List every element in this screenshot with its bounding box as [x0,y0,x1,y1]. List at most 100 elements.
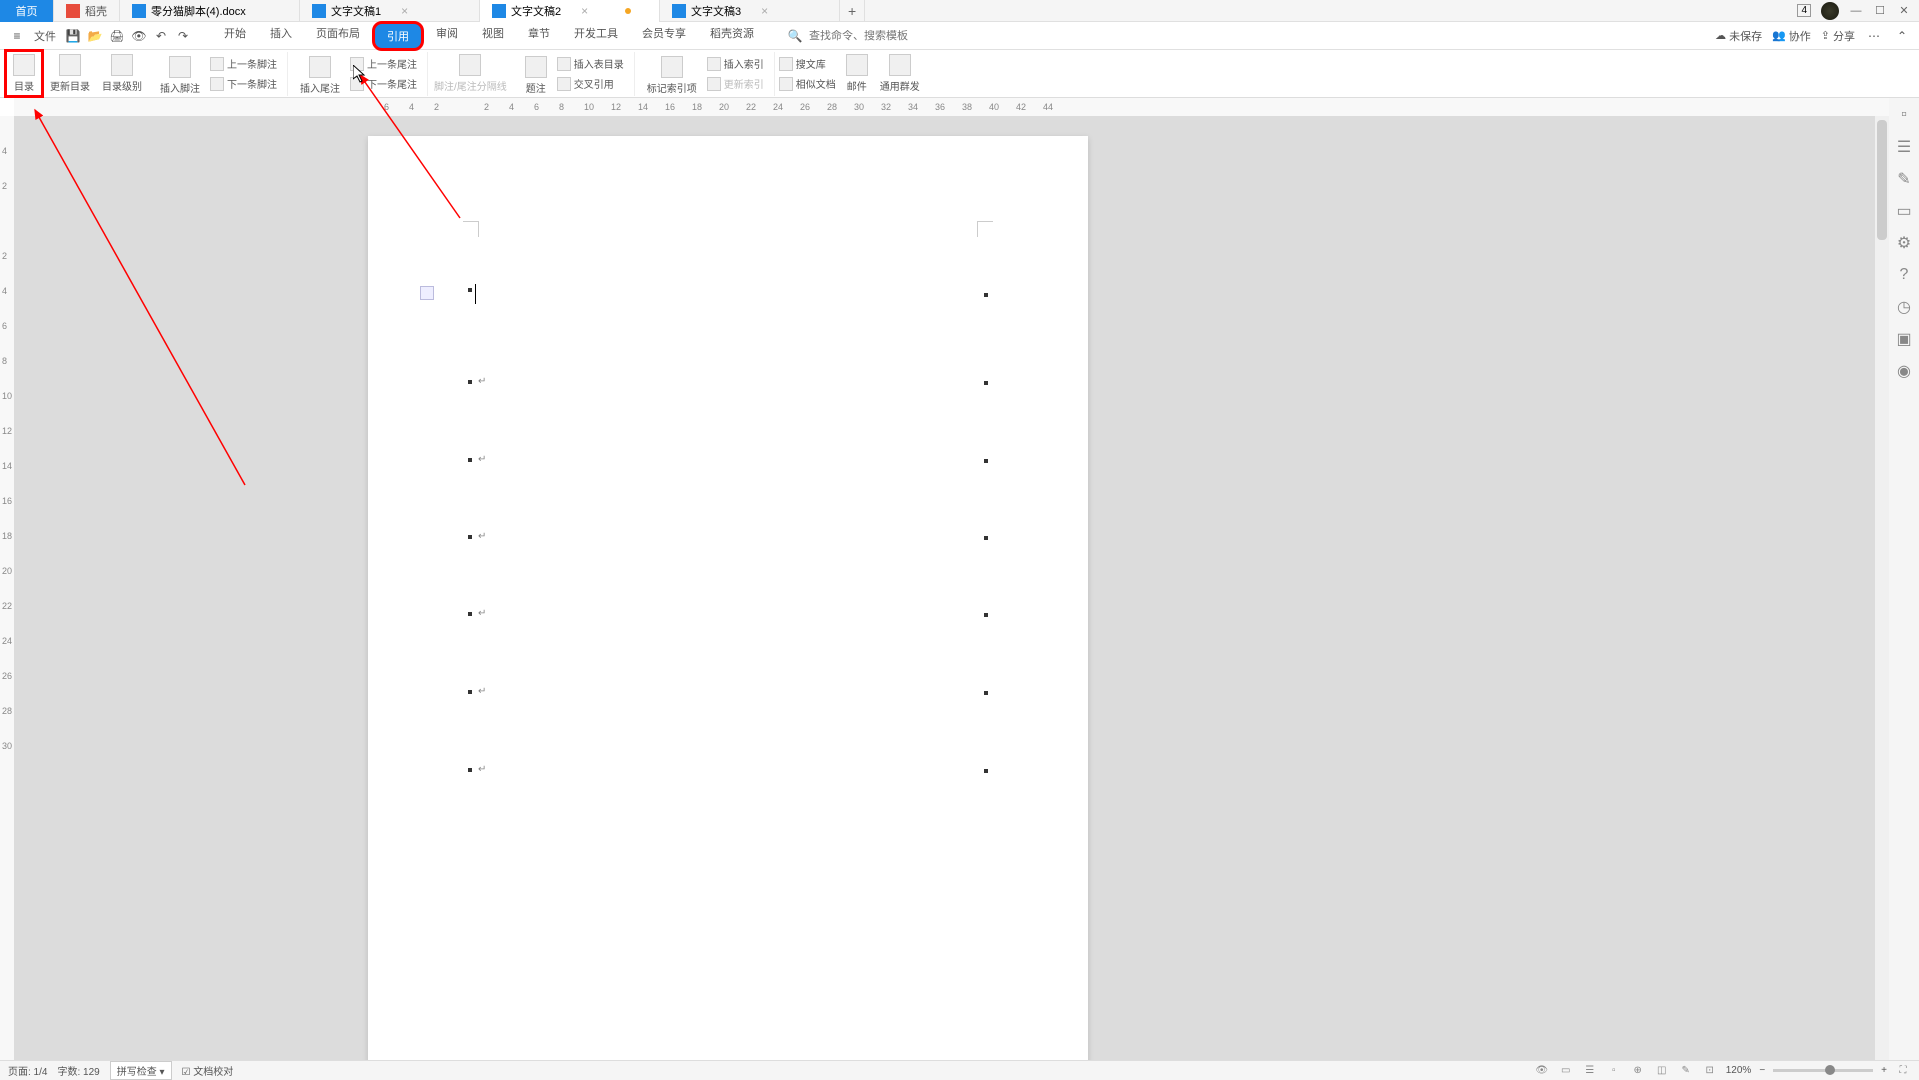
sidebar-help-icon[interactable]: ? [1895,266,1913,284]
page-tag-icon[interactable] [420,286,434,300]
menu-tab-pagelayout[interactable]: 页面布局 [304,21,372,51]
collab-button[interactable]: 👥 协作 [1772,28,1811,44]
maximize-button[interactable]: ☐ [1873,4,1887,18]
tab-dk-label: 稻壳 [85,3,107,19]
search-docs-button[interactable]: 搜文库 [775,55,840,72]
tab-doc3[interactable]: 文字文稿2× [480,0,660,22]
view-outline-icon[interactable]: ☰ [1582,1063,1598,1079]
editor-area[interactable]: ↵ ↵ ↵ ↵ ↵ ↵ [14,116,1889,1060]
notification-badge[interactable]: 4 [1797,4,1811,17]
sidebar-image-icon[interactable]: ▣ [1895,330,1913,348]
preview-icon[interactable]: 👁 [130,27,148,45]
ruler-vertical[interactable]: 4 2 2 4 6 8 10 12 14 16 18 20 22 24 26 2… [0,116,14,1060]
zoom-value[interactable]: 120% [1726,1065,1752,1076]
ruler-horizontal[interactable]: 6 4 2 2 4 6 8 10 12 14 16 18 20 22 24 26… [14,98,1919,116]
zoom-slider[interactable] [1773,1069,1873,1072]
toc-level-button[interactable]: 目录级别 [96,52,148,95]
zoom-out-button[interactable]: − [1759,1065,1765,1076]
minimize-button[interactable]: — [1849,4,1863,18]
collab-label: 协作 [1789,28,1811,44]
zoom-handle[interactable] [1825,1065,1835,1075]
docs-group: 搜文库 相似文档 [775,54,840,94]
insert-footnote-button[interactable]: 插入脚注 [154,54,206,97]
word-count[interactable]: 字数: 129 [57,1063,99,1078]
collapse-ribbon-icon[interactable]: ⌃ [1893,27,1911,45]
insert-index-button[interactable]: 插入索引 [703,55,768,72]
sidebar-select-icon[interactable]: ▭ [1895,202,1913,220]
menu-tab-references[interactable]: 引用 [372,21,424,51]
unsaved-dot-icon [625,8,631,14]
spellcheck-button[interactable]: 拼写检查 ▾ [110,1061,172,1080]
share-button[interactable]: ⇪ 分享 [1821,28,1855,44]
tab-doc1[interactable]: 零分猫脚本(4).docx [120,0,300,22]
unsaved-status[interactable]: ☁ 未保存 [1715,28,1762,44]
scroll-thumb[interactable] [1877,120,1887,240]
toc-button[interactable]: 目录 [4,49,44,98]
mass-send-button[interactable]: 通用群发 [874,52,926,95]
undo-icon[interactable]: ↶ [152,27,170,45]
close-icon[interactable]: × [761,4,768,18]
menu-tab-insert[interactable]: 插入 [258,21,304,51]
close-icon[interactable]: × [581,4,588,18]
close-window-button[interactable]: ✕ [1897,4,1911,18]
menu-tab-review[interactable]: 审阅 [424,21,470,51]
view-layout-icon[interactable]: ◫ [1654,1063,1670,1079]
close-icon[interactable]: × [401,4,408,18]
page-indicator[interactable]: 页面: 1/4 [8,1063,47,1078]
prev-footnote-button[interactable]: 上一条脚注 [206,55,281,72]
sidebar-pen-icon[interactable]: ✎ [1895,170,1913,188]
tab-dk[interactable]: 稻壳 [54,0,120,22]
open-icon[interactable]: 📂 [86,27,104,45]
avatar[interactable] [1821,2,1839,20]
insert-endnote-button[interactable]: 插入尾注 [294,54,346,97]
view-read-icon[interactable]: ▫ [1606,1063,1622,1079]
search-icon[interactable]: 🔍 [786,27,804,45]
fullscreen-icon[interactable]: ⛶ [1895,1063,1911,1079]
cross-ref-button[interactable]: 交叉引用 [553,75,628,92]
view-page-icon[interactable]: ▭ [1558,1063,1574,1079]
redo-icon[interactable]: ↷ [174,27,192,45]
tab-home[interactable]: 首页 [0,0,54,22]
status-left: 页面: 1/4 字数: 129 拼写检查 ▾ ☑ 文档校对 [8,1061,233,1080]
sidebar-location-icon[interactable]: ◉ [1895,362,1913,380]
menu-tab-section[interactable]: 章节 [516,21,562,51]
fit-icon[interactable]: ⊡ [1702,1063,1718,1079]
next-footnote-button[interactable]: 下一条脚注 [206,75,281,92]
more-icon[interactable]: ⋯ [1865,27,1883,45]
eye-icon[interactable]: 👁 [1534,1063,1550,1079]
next-endnote-button[interactable]: 下一条尾注 [346,75,421,92]
update-toc-button[interactable]: 更新目录 [44,52,96,95]
proofread-button[interactable]: ☑ 文档校对 [182,1063,234,1078]
sidebar-styles-icon[interactable]: ☰ [1895,138,1913,156]
menu-tab-devtools[interactable]: 开发工具 [562,21,630,51]
similar-docs-button[interactable]: 相似文档 [775,75,840,92]
new-tab-button[interactable]: + [840,0,865,22]
menu-tab-member[interactable]: 会员专享 [630,21,698,51]
sidebar-clock-icon[interactable]: ◷ [1895,298,1913,316]
fn-en-separator-button[interactable]: 脚注/尾注分隔线 [428,52,513,95]
view-web-icon[interactable]: ⊕ [1630,1063,1646,1079]
file-menu[interactable]: 文件 [30,28,60,44]
scrollbar-vertical[interactable] [1875,116,1889,1060]
insert-fig-toc-button[interactable]: 插入表目录 [553,55,628,72]
document-page[interactable]: ↵ ↵ ↵ ↵ ↵ ↵ [368,136,1088,1060]
tab-doc4[interactable]: 文字文稿3× [660,0,840,22]
search-input[interactable] [809,30,929,42]
menu-tab-start[interactable]: 开始 [212,21,258,51]
mark-entry-button[interactable]: 标记索引项 [641,54,703,97]
view-edit-icon[interactable]: ✎ [1678,1063,1694,1079]
save-icon[interactable]: 💾 [64,27,82,45]
menu-tab-resources[interactable]: 稻壳资源 [698,21,766,51]
print-icon[interactable]: 🖨 [108,27,126,45]
mail-button[interactable]: 邮件 [840,52,874,95]
sidebar-toolbox-icon[interactable]: ▫ [1895,106,1913,124]
zoom-in-button[interactable]: + [1881,1065,1887,1076]
ruler-tick: 10 [2,391,12,401]
update-index-button[interactable]: 更新索引 [703,75,768,92]
prev-endnote-button[interactable]: 上一条尾注 [346,55,421,72]
tab-doc2[interactable]: 文字文稿1× [300,0,480,22]
sidebar-settings-icon[interactable]: ⚙ [1895,234,1913,252]
caption-button[interactable]: 题注 [519,54,553,97]
menu-tab-view[interactable]: 视图 [470,21,516,51]
hamburger-icon[interactable]: ≡ [8,27,26,45]
